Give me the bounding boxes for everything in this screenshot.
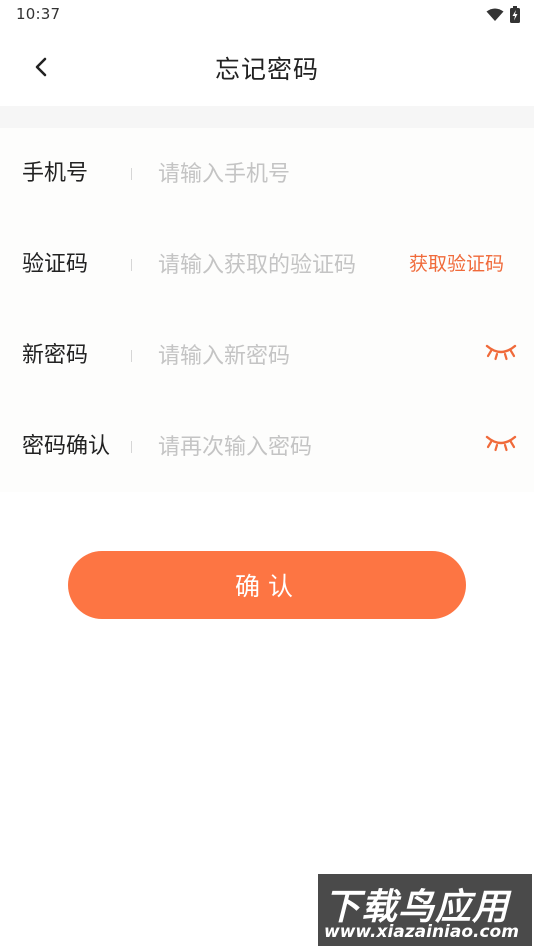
field-separator xyxy=(131,350,132,362)
phone-input[interactable] xyxy=(158,154,478,194)
field-separator xyxy=(131,259,132,271)
confirm-password-input[interactable] xyxy=(158,427,458,467)
wifi-icon xyxy=(486,7,504,26)
new-password-input[interactable] xyxy=(158,336,458,376)
confirm-password-row: 密码确认 xyxy=(0,401,534,492)
confirm-password-visibility-toggle[interactable] xyxy=(484,431,518,461)
header: 忘记密码 xyxy=(0,28,534,106)
new-password-row: 新密码 xyxy=(0,310,534,401)
new-password-visibility-toggle[interactable] xyxy=(484,340,518,370)
watermark: 下载鸟应用 www.xiazainiao.com xyxy=(318,874,532,946)
code-input[interactable] xyxy=(158,245,394,285)
reset-password-form: 手机号 验证码 获取验证码 新密码 密码确认 xyxy=(0,128,534,492)
status-bar: 10:37 xyxy=(0,0,534,28)
section-divider xyxy=(0,106,534,128)
phone-row: 手机号 xyxy=(0,128,534,219)
field-separator xyxy=(131,168,132,180)
eye-closed-icon xyxy=(485,434,517,458)
status-time: 10:37 xyxy=(16,5,61,23)
eye-closed-icon xyxy=(485,343,517,367)
confirm-password-label: 密码确认 xyxy=(22,434,111,459)
battery-charging-icon xyxy=(510,6,520,27)
code-row: 验证码 获取验证码 xyxy=(0,219,534,310)
status-icons xyxy=(486,6,520,27)
new-password-label: 新密码 xyxy=(22,343,89,368)
watermark-url: www.xiazainiao.com xyxy=(324,922,519,942)
confirm-button[interactable]: 确认 xyxy=(68,551,466,619)
phone-label: 手机号 xyxy=(22,161,89,186)
get-code-button[interactable]: 获取验证码 xyxy=(409,219,504,310)
field-separator xyxy=(131,441,132,453)
page-title: 忘记密码 xyxy=(214,55,319,84)
code-label: 验证码 xyxy=(22,252,89,277)
